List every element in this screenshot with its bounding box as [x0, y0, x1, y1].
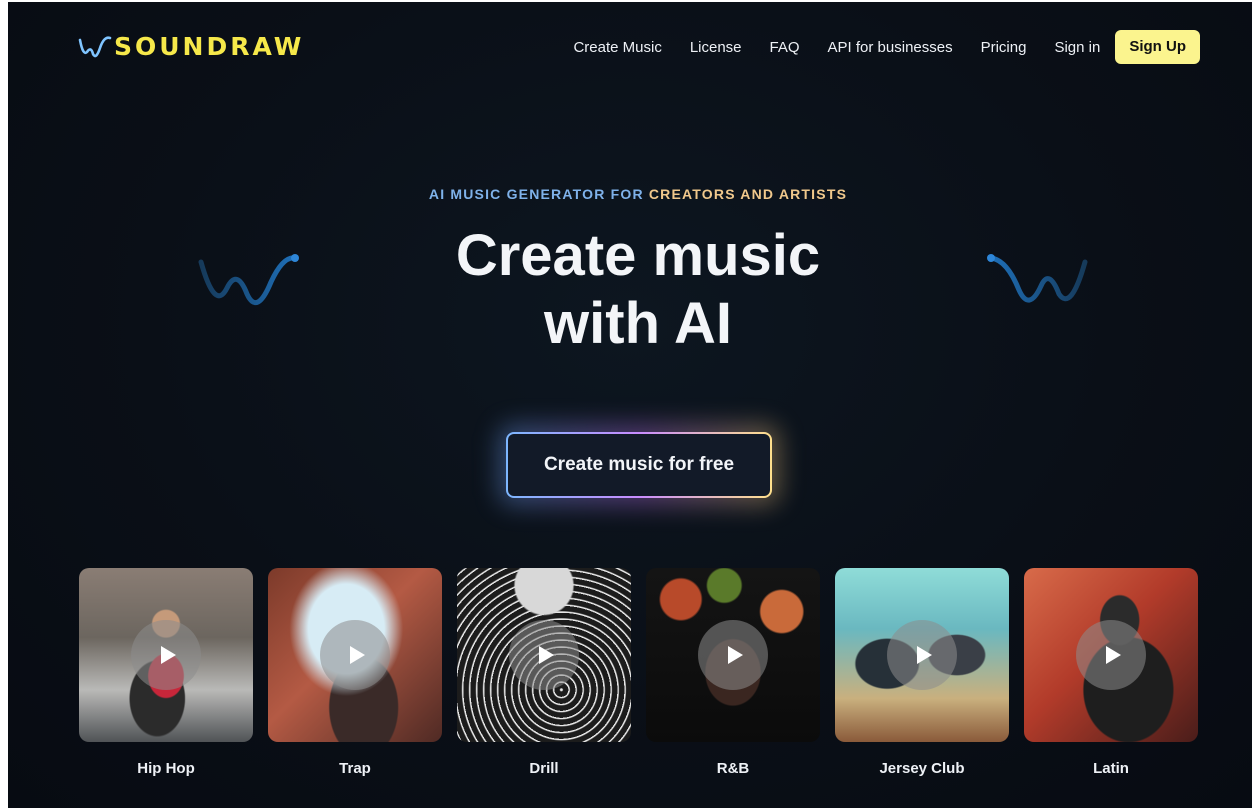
- sign-up-button[interactable]: Sign Up: [1115, 30, 1200, 64]
- genre-card-drill[interactable]: Drill: [457, 568, 631, 777]
- nav-api-for-businesses[interactable]: API for businesses: [828, 39, 953, 56]
- play-icon[interactable]: [1076, 620, 1146, 690]
- genre-card-jersey-club[interactable]: Jersey Club: [835, 568, 1009, 777]
- play-icon[interactable]: [887, 620, 957, 690]
- eyebrow-part-1: AI MUSIC GENERATOR FOR: [428, 186, 649, 202]
- hero-headline: Create music with AI: [8, 222, 1252, 358]
- brand-name: SOUNDRAW: [114, 31, 305, 61]
- genre-label: Jersey Club: [879, 760, 965, 777]
- page: SOUNDRAW Create Music License FAQ API fo…: [8, 2, 1252, 808]
- genre-thumbnail[interactable]: [1024, 568, 1198, 742]
- genre-label: Trap: [339, 760, 371, 777]
- play-icon[interactable]: [320, 620, 390, 690]
- nav-license[interactable]: License: [690, 39, 742, 56]
- logo[interactable]: SOUNDRAW: [78, 28, 304, 64]
- genre-card-hip-hop[interactable]: Hip Hop: [79, 568, 253, 777]
- create-music-free-button[interactable]: Create music for free: [506, 432, 772, 498]
- genre-card-trap[interactable]: Trap: [268, 568, 442, 777]
- play-icon[interactable]: [131, 620, 201, 690]
- genre-label: Drill: [529, 760, 559, 777]
- genre-label: R&B: [716, 760, 750, 777]
- nav-pricing[interactable]: Pricing: [981, 39, 1027, 56]
- wave-logo-icon: [78, 36, 112, 58]
- genre-label: Hip Hop: [137, 760, 195, 777]
- genre-thumbnail[interactable]: [79, 568, 253, 742]
- genre-card-rnb[interactable]: R&B: [646, 568, 820, 777]
- headline-line-1: Create music: [455, 223, 821, 288]
- genre-thumbnail[interactable]: [835, 568, 1009, 742]
- genre-thumbnail[interactable]: [646, 568, 820, 742]
- play-icon[interactable]: [509, 620, 579, 690]
- genre-thumbnail[interactable]: [268, 568, 442, 742]
- nav-create-music[interactable]: Create Music: [573, 39, 661, 56]
- nav-faq[interactable]: FAQ: [770, 39, 800, 56]
- hero-eyebrow: AI MUSIC GENERATOR FOR CREATORS AND ARTI…: [8, 186, 1252, 202]
- headline-line-2: with AI: [544, 291, 732, 356]
- play-icon[interactable]: [698, 620, 768, 690]
- top-nav: Create Music License FAQ API for busines…: [573, 29, 1200, 65]
- genre-thumbnail[interactable]: [457, 568, 631, 742]
- genre-label: Latin: [1093, 760, 1129, 777]
- nav-sign-in[interactable]: Sign in: [1054, 39, 1100, 56]
- eyebrow-part-2: CREATORS AND ARTISTS: [648, 186, 848, 202]
- genre-card-latin[interactable]: Latin: [1024, 568, 1198, 777]
- genre-list: Hip Hop Trap Drill R&B Jersey Club Latin: [79, 568, 1198, 777]
